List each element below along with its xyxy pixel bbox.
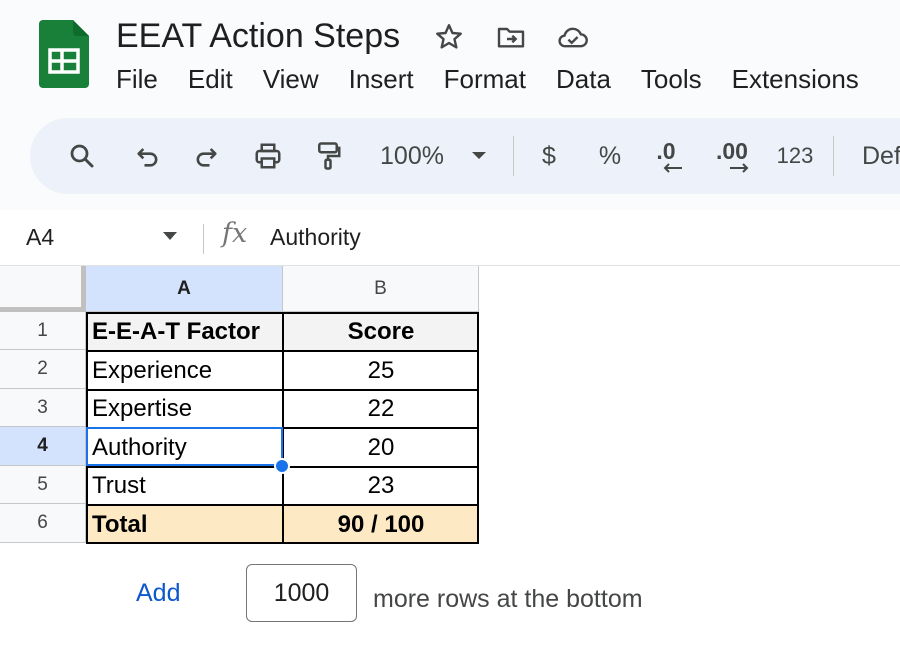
arrow-right-icon — [730, 163, 749, 173]
search-icon[interactable] — [62, 118, 102, 194]
print-icon[interactable] — [246, 118, 290, 194]
number-format-button[interactable]: 123 — [772, 118, 818, 194]
percent-format-button[interactable]: % — [592, 118, 628, 194]
cell-a2[interactable]: Experience — [86, 352, 283, 390]
zoom-select[interactable]: 100% — [370, 118, 454, 194]
redo-icon[interactable] — [186, 118, 226, 194]
sheets-logo-icon[interactable] — [39, 20, 89, 88]
menu-tools[interactable]: Tools — [641, 62, 702, 96]
toolbar-divider — [833, 136, 834, 176]
title-bar: EEAT Action Steps File Edit View Insert … — [0, 0, 900, 112]
menu-insert[interactable]: Insert — [349, 62, 414, 96]
cell-a6[interactable]: Total — [86, 506, 283, 543]
fill-handle[interactable] — [274, 458, 290, 474]
increase-decimal-button[interactable]: .00 — [708, 118, 756, 194]
name-box-dropdown-icon[interactable] — [163, 232, 177, 240]
row-header-6[interactable]: 6 — [0, 504, 86, 543]
menu-view[interactable]: View — [263, 62, 319, 96]
row-header-3[interactable]: 3 — [0, 389, 86, 427]
table-border — [477, 312, 479, 544]
row-header-2[interactable]: 2 — [0, 350, 86, 389]
currency-format-button[interactable]: $ — [534, 118, 564, 194]
cell-a5[interactable]: Trust — [86, 467, 283, 505]
menu-data[interactable]: Data — [556, 62, 611, 96]
menu-extensions[interactable]: Extensions — [732, 62, 859, 96]
decrease-decimal-button[interactable]: .0 — [644, 118, 688, 194]
add-rows-count-input[interactable] — [246, 564, 357, 622]
document-title[interactable]: EEAT Action Steps — [116, 14, 400, 58]
formula-bar: A4 fx Authority — [0, 210, 900, 266]
fx-icon: fx — [222, 218, 248, 249]
cloud-saved-icon[interactable] — [556, 20, 590, 54]
zoom-value: 100% — [380, 141, 444, 170]
active-cell-selection — [86, 427, 283, 466]
menu-file[interactable]: File — [116, 62, 158, 96]
row-header-1[interactable]: 1 — [0, 312, 86, 350]
cell-b6[interactable]: 90 / 100 — [283, 506, 479, 543]
cell-b3[interactable]: 22 — [283, 390, 479, 428]
menu-edit[interactable]: Edit — [188, 62, 233, 96]
undo-icon[interactable] — [128, 118, 168, 194]
toolbar: 100% $ % .0 .00 123 Def — [30, 118, 900, 194]
toolbar-divider — [513, 136, 514, 176]
cell-b4[interactable]: 20 — [283, 429, 479, 467]
zoom-dropdown-icon[interactable] — [466, 118, 492, 194]
paint-format-icon[interactable] — [306, 118, 350, 194]
row-header-5[interactable]: 5 — [0, 466, 86, 504]
column-header-a[interactable]: A — [86, 266, 283, 312]
cell-b2[interactable]: 25 — [283, 352, 479, 390]
move-to-folder-icon[interactable] — [494, 20, 528, 54]
cell-a1[interactable]: E-E-A-T Factor — [86, 313, 283, 351]
menu-bar: File Edit View Insert Format Data Tools … — [116, 62, 889, 96]
cell-b1[interactable]: Score — [283, 313, 479, 351]
name-box[interactable]: A4 — [26, 222, 54, 252]
arrow-left-icon — [663, 163, 682, 173]
font-select[interactable]: Def — [862, 118, 900, 194]
formula-bar-divider — [203, 224, 204, 254]
cell-a3[interactable]: Expertise — [86, 390, 283, 428]
menu-format[interactable]: Format — [444, 62, 526, 96]
select-all-corner[interactable] — [0, 266, 86, 312]
star-icon[interactable] — [432, 20, 466, 54]
add-rows-label: more rows at the bottom — [373, 585, 643, 613]
column-header-b[interactable]: B — [283, 266, 479, 312]
formula-input[interactable]: Authority — [270, 222, 361, 252]
add-rows-button[interactable]: Add — [136, 576, 180, 610]
row-header-4[interactable]: 4 — [0, 427, 86, 466]
cell-b5[interactable]: 23 — [283, 467, 479, 505]
